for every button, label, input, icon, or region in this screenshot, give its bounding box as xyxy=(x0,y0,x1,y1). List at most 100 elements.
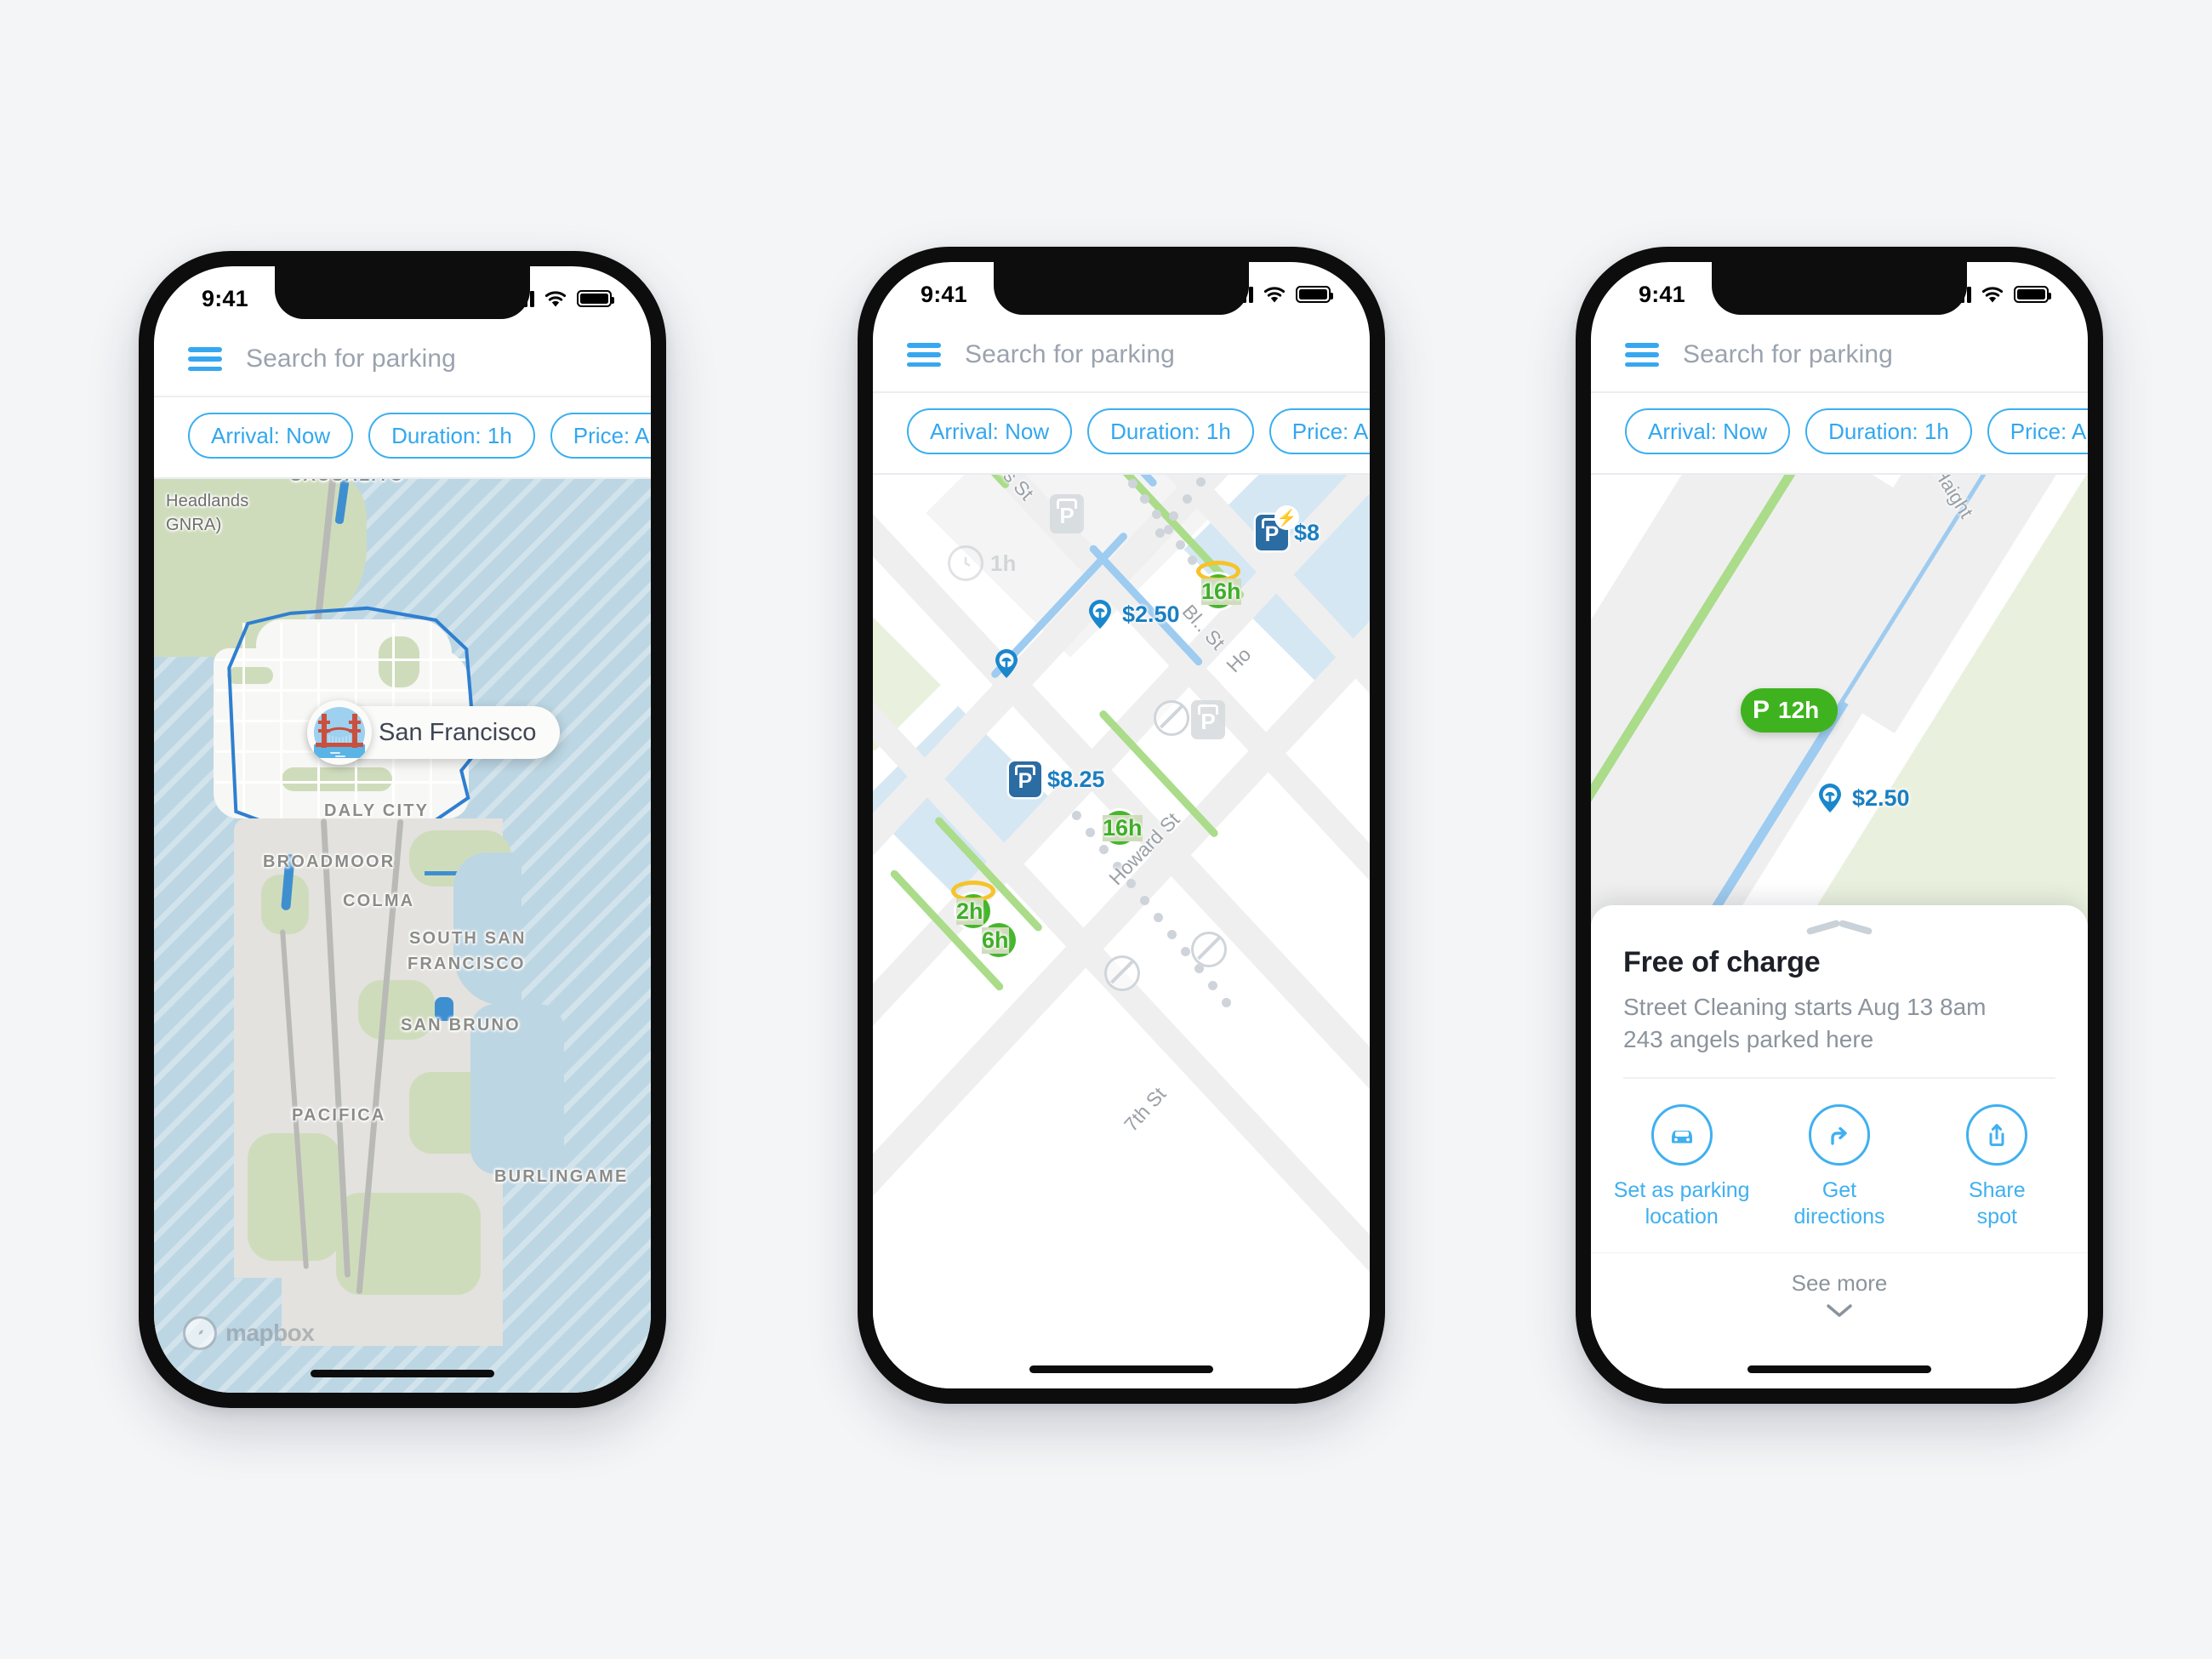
header-bottom-divider xyxy=(873,473,1370,475)
garage-roof-icon xyxy=(1057,499,1077,509)
notch xyxy=(1712,262,1967,315)
map-label: PACIFICA xyxy=(292,1106,386,1125)
p-glyph: P xyxy=(1753,696,1770,724)
sheet-actions: Set as parking location Get directions S… xyxy=(1591,1079,2088,1253)
battery-icon xyxy=(2014,286,2051,303)
mapbox-attribution-label: mapbox xyxy=(225,1320,315,1346)
battery-icon xyxy=(1296,286,1333,303)
see-more-button[interactable]: See more xyxy=(1591,1252,2088,1341)
map-label: COLMA xyxy=(343,892,415,910)
screenshot-stage: 9:41 Search for parking Arrival: Now Dur… xyxy=(0,0,2212,1659)
chevron-down-icon xyxy=(1827,1304,1852,1317)
phone-3: 9:41 Search for parking Arrival: Now Dur… xyxy=(1576,247,2103,1404)
marker-duration-label: 16h xyxy=(1201,578,1241,605)
search-input[interactable]: Search for parking xyxy=(1683,340,1893,369)
phone-1: 9:41 Search for parking Arrival: Now Dur… xyxy=(139,251,666,1408)
search-input[interactable]: Search for parking xyxy=(965,340,1175,369)
search-row: Search for parking xyxy=(1591,318,2088,391)
parking-meter-marker[interactable]: $2.50 xyxy=(1814,782,1910,814)
notch xyxy=(994,262,1249,315)
marker-duration-label: 16h xyxy=(1103,814,1143,841)
search-header: Search for parking Arrival: Now Duration… xyxy=(873,318,1370,475)
action-label: Set as parking location xyxy=(1613,1177,1750,1229)
search-header: Search for parking Arrival: Now Duration… xyxy=(154,322,651,479)
clock-icon xyxy=(948,545,983,581)
chip-price[interactable]: Price: Any xyxy=(550,412,651,459)
marker-duration-label: 2h xyxy=(956,898,983,925)
no-parking-icon[interactable] xyxy=(1104,955,1140,991)
chip-duration[interactable]: Duration: 1h xyxy=(368,412,535,459)
free-parking-marker[interactable]: P 16h xyxy=(1103,811,1143,845)
share-icon xyxy=(1966,1103,2028,1166)
directions-icon xyxy=(1808,1103,1870,1166)
place-marker-san-francisco[interactable]: San Francisco xyxy=(307,700,561,765)
hamburger-menu-icon[interactable] xyxy=(907,343,941,367)
no-parking-icon[interactable] xyxy=(1191,932,1227,967)
parking-meter-icon xyxy=(995,649,1018,678)
garage-roof-icon xyxy=(1198,704,1218,715)
chip-duration[interactable]: Duration: 1h xyxy=(1087,408,1254,455)
parking-meter-marker[interactable]: $2.50 xyxy=(1084,598,1180,630)
free-parking-marker[interactable]: P 6h xyxy=(982,923,1016,957)
wifi-icon xyxy=(1981,286,2004,302)
chip-arrival[interactable]: Arrival: Now xyxy=(1625,408,1791,455)
parking-garage-marker[interactable]: P $8.25 xyxy=(1009,761,1105,797)
action-label: Share spot xyxy=(1968,1177,2026,1229)
phone-3-screen: 9:41 Search for parking Arrival: Now Dur… xyxy=(1591,262,2088,1388)
place-marker-label: San Francisco xyxy=(379,718,537,746)
header-bottom-divider xyxy=(1591,473,2088,475)
free-parking-marker[interactable]: P 16h xyxy=(1171,544,1264,637)
marker-price-label: $8 xyxy=(1294,519,1320,545)
parking-meter-marker[interactable] xyxy=(990,647,1023,680)
street-map[interactable]: ss St Howard St Ho Bl.. St 7th St 1h P P… xyxy=(873,445,1370,1388)
inactive-time-label: 1h xyxy=(990,550,1017,576)
status-time: 9:41 xyxy=(202,285,248,311)
inactive-garage-marker[interactable]: P xyxy=(1050,494,1084,533)
wifi-icon xyxy=(1263,286,1286,302)
phone-2-screen: 9:41 Search for parking Arrival: Now Dur… xyxy=(873,262,1370,1388)
map-label: Headlands xyxy=(166,492,249,510)
home-indicator xyxy=(1747,1365,1931,1373)
parking-meter-icon xyxy=(1819,784,1841,812)
chip-price[interactable]: Price: Any xyxy=(1987,408,2088,455)
garage-icon: P ⚡ xyxy=(1256,505,1299,550)
filter-chips: Arrival: Now Duration: 1h Price: Any Typ xyxy=(154,397,651,478)
action-label: Get directions xyxy=(1793,1177,1885,1229)
map-label: DALY CITY xyxy=(324,801,430,820)
get-directions-button[interactable]: Get directions xyxy=(1760,1103,1918,1231)
chip-duration[interactable]: Duration: 1h xyxy=(1805,408,1972,455)
sheet-content: Free of charge Street Cleaning starts Au… xyxy=(1591,932,2088,1079)
no-parking-icon[interactable] xyxy=(1154,700,1189,736)
set-as-parking-location-button[interactable]: Set as parking location xyxy=(1603,1103,1760,1231)
marker-price-label: $2.50 xyxy=(1852,784,1910,811)
header-bottom-divider xyxy=(154,477,651,479)
inactive-garage-marker[interactable]: P xyxy=(1191,700,1225,739)
search-input[interactable]: Search for parking xyxy=(246,345,456,373)
wifi-icon xyxy=(544,290,567,306)
search-row: Search for parking xyxy=(154,322,651,396)
sheet-subtitle-line2: 243 angels parked here xyxy=(1623,1026,1874,1053)
hamburger-menu-icon[interactable] xyxy=(1625,343,1659,367)
status-time: 9:41 xyxy=(1639,281,1685,307)
notch xyxy=(275,266,530,319)
parking-garage-ev-marker[interactable]: P ⚡ $8 xyxy=(1256,505,1320,550)
home-indicator xyxy=(1029,1365,1213,1373)
sheet-subtitle-line1: Street Cleaning starts Aug 13 8am xyxy=(1623,993,1987,1020)
share-spot-button[interactable]: Share spot xyxy=(1918,1103,2076,1231)
inactive-time-marker[interactable]: 1h xyxy=(948,545,1016,581)
chevron-up-grabber-icon[interactable] xyxy=(1810,919,1869,932)
parking-detail-sheet: Free of charge Street Cleaning starts Au… xyxy=(1591,904,2088,1388)
car-icon xyxy=(1650,1103,1713,1166)
chip-arrival[interactable]: Arrival: Now xyxy=(907,408,1073,455)
see-more-label: See more xyxy=(1791,1270,1888,1296)
marker-duration-label: 12h xyxy=(1778,697,1820,723)
chip-price[interactable]: Price: Any xyxy=(1268,408,1370,455)
selected-parking-marker[interactable]: P 12h xyxy=(1741,688,1839,733)
filter-chips: Arrival: Now Duration: 1h Price: Any Typ xyxy=(1591,393,2088,474)
home-indicator xyxy=(311,1370,494,1377)
regional-map[interactable]: SAUSALITO Headlands GNRA) DALY CITY BROA… xyxy=(154,453,651,1393)
filter-chips: Arrival: Now Duration: 1h Price: Any Typ xyxy=(873,393,1370,474)
ev-charging-icon: ⚡ xyxy=(1274,505,1299,530)
chip-arrival[interactable]: Arrival: Now xyxy=(188,412,354,459)
hamburger-menu-icon[interactable] xyxy=(188,347,222,371)
